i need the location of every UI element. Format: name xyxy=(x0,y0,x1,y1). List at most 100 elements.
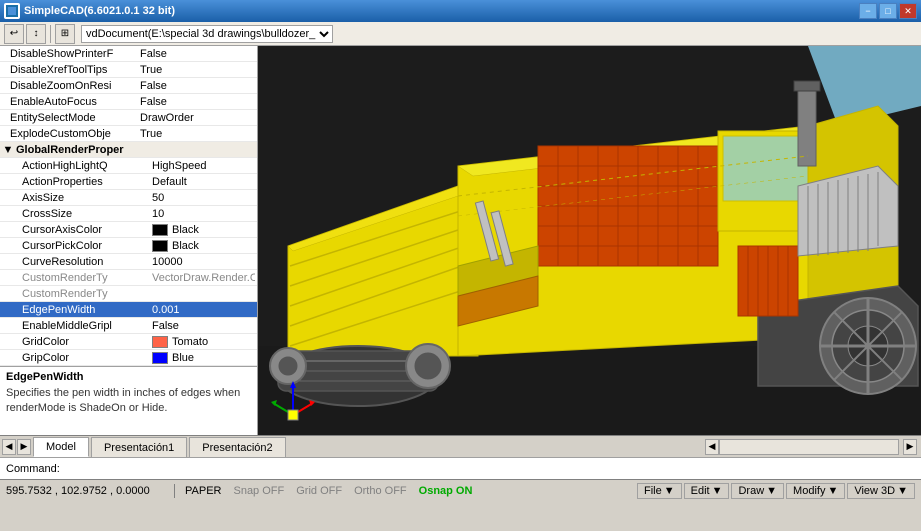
prop-row[interactable]: DisableShowPrinterFFalse xyxy=(0,46,257,62)
toolbar: ↩ ↕ ⊞ vdDocument(E:\special 3d drawings\… xyxy=(0,22,921,46)
prop-name: ExplodeCustomObje xyxy=(6,128,136,140)
color-swatch xyxy=(152,224,168,236)
menu-file[interactable]: File ▼ xyxy=(637,483,682,499)
hscroll-right[interactable]: ▶ xyxy=(903,439,917,455)
sep1 xyxy=(174,484,175,498)
toolbar-btn-1[interactable]: ↩ xyxy=(4,24,24,44)
canvas-area[interactable] xyxy=(258,46,921,435)
paper-status: PAPER xyxy=(183,485,223,497)
color-swatch xyxy=(152,352,168,364)
ortho-status[interactable]: Ortho OFF xyxy=(352,485,409,497)
coords-display: 595.7532 , 102.9752 , 0.0000 xyxy=(6,485,166,497)
prop-row[interactable]: ActionHighLightQHighSpeed xyxy=(0,158,257,174)
prop-value: Tomato xyxy=(148,336,255,348)
prop-row[interactable]: CursorAxisColorBlack xyxy=(0,222,257,238)
prop-name: AxisSize xyxy=(18,192,148,204)
close-button[interactable]: ✕ xyxy=(899,3,917,19)
tab-model[interactable]: Model xyxy=(33,437,89,457)
menu-view 3d[interactable]: View 3D ▼ xyxy=(847,483,915,499)
color-swatch xyxy=(152,240,168,252)
desc-text: Specifies the pen width in inches of edg… xyxy=(6,386,251,417)
desc-title: EdgePenWidth xyxy=(6,371,251,383)
toolbar-btn-2[interactable]: ↕ xyxy=(26,24,46,44)
prop-row[interactable]: DisableXrefToolTipsTrue xyxy=(0,62,257,78)
prop-name: ActionProperties xyxy=(18,176,148,188)
title-bar: SimpleCAD(6.6021.0.1 32 bit) − □ ✕ xyxy=(0,0,921,22)
prop-value: 50 xyxy=(148,192,255,204)
prop-name: GripColor xyxy=(18,352,148,364)
prop-row[interactable]: DisableZoomOnResiFalse xyxy=(0,78,257,94)
axis-widget xyxy=(268,375,318,425)
section-toggle[interactable]: ▼ xyxy=(2,144,14,156)
tab-presentación1[interactable]: Presentación1 xyxy=(91,437,187,457)
document-dropdown[interactable]: vdDocument(E:\special 3d drawings\bulldo… xyxy=(81,25,333,43)
prop-name: GlobalRenderProper xyxy=(14,144,144,156)
maximize-button[interactable]: □ xyxy=(879,3,897,19)
menu-arrow-icon: ▼ xyxy=(712,485,723,497)
toolbar-btn-3[interactable]: ⊞ xyxy=(55,24,75,44)
prop-name: EdgePenWidth xyxy=(18,304,148,316)
command-label: Command: xyxy=(6,463,60,475)
prop-row[interactable]: ExplodeCustomObjeTrue xyxy=(0,126,257,142)
menu-edit[interactable]: Edit ▼ xyxy=(684,483,730,499)
tab-scroll-right[interactable]: ▶ xyxy=(17,439,31,455)
prop-row[interactable]: CustomRenderTy xyxy=(0,286,257,302)
prop-row[interactable]: EnableAutoFocusFalse xyxy=(0,94,257,110)
prop-name: CursorPickColor xyxy=(18,240,148,252)
tab-scroll-left[interactable]: ◀ xyxy=(2,439,16,455)
prop-row[interactable]: EntitySelectModeDrawOrder xyxy=(0,110,257,126)
window-title: SimpleCAD(6.6021.0.1 32 bit) xyxy=(24,5,175,17)
prop-row[interactable]: GridColorTomato xyxy=(0,334,257,350)
prop-name: CustomRenderTy xyxy=(18,288,148,300)
menu-arrow-icon: ▼ xyxy=(897,485,908,497)
status-menus: File ▼Edit ▼Draw ▼Modify ▼View 3D ▼ xyxy=(637,483,915,499)
prop-value: False xyxy=(136,48,255,60)
prop-value: 0.001 xyxy=(148,304,255,316)
prop-row[interactable]: CustomRenderTyVectorDraw.Render.Op xyxy=(0,270,257,286)
prop-name: EntitySelectMode xyxy=(6,112,136,124)
grid-status[interactable]: Grid OFF xyxy=(294,485,344,497)
toolbar-separator xyxy=(50,25,51,43)
menu-draw[interactable]: Draw ▼ xyxy=(731,483,784,499)
prop-value: Blue xyxy=(148,352,255,364)
prop-value: Black xyxy=(148,224,255,236)
prop-name: EnableAutoFocus xyxy=(6,96,136,108)
prop-value: False xyxy=(148,320,255,332)
tab-scroll-controls: ◀ ▶ xyxy=(0,439,33,455)
prop-row[interactable]: AxisSize50 xyxy=(0,190,257,206)
prop-name: CurveResolution xyxy=(18,256,148,268)
prop-value: True xyxy=(136,64,255,76)
prop-value: VectorDraw.Render.Op xyxy=(148,272,255,284)
minimize-button[interactable]: − xyxy=(859,3,877,19)
prop-row[interactable]: GripColorBlue xyxy=(0,350,257,366)
prop-name: CursorAxisColor xyxy=(18,224,148,236)
menu-arrow-icon: ▼ xyxy=(766,485,777,497)
command-input[interactable] xyxy=(64,463,915,475)
hscroll-left[interactable]: ◀ xyxy=(705,439,719,455)
prop-value: Black xyxy=(148,240,255,252)
prop-value: 10000 xyxy=(148,256,255,268)
color-swatch xyxy=(152,336,168,348)
prop-name: CustomRenderTy xyxy=(18,272,148,284)
prop-row[interactable]: CrossSize10 xyxy=(0,206,257,222)
prop-row[interactable]: EdgePenWidth0.001 xyxy=(0,302,257,318)
property-list: DisableShowPrinterFFalseDisableXrefToolT… xyxy=(0,46,257,366)
osnap-status[interactable]: Osnap ON xyxy=(417,485,475,497)
prop-value: True xyxy=(136,128,255,140)
horizontal-scrollbar[interactable] xyxy=(719,439,899,455)
prop-name: DisableZoomOnResi xyxy=(6,80,136,92)
left-panel: DisableShowPrinterFFalseDisableXrefToolT… xyxy=(0,46,258,435)
prop-row[interactable]: ▼GlobalRenderProper xyxy=(0,142,257,158)
prop-row[interactable]: CursorPickColorBlack xyxy=(0,238,257,254)
prop-value: False xyxy=(136,80,255,92)
bottom-tabs-row: ◀ ▶ ModelPresentación1Presentación2 ◀ ▶ xyxy=(0,435,921,457)
prop-value: 10 xyxy=(148,208,255,220)
menu-modify[interactable]: Modify ▼ xyxy=(786,483,845,499)
prop-row[interactable]: CurveResolution10000 xyxy=(0,254,257,270)
snap-status[interactable]: Snap OFF xyxy=(231,485,286,497)
prop-row[interactable]: EnableMiddleGriplFalse xyxy=(0,318,257,334)
prop-row[interactable]: ActionPropertiesDefault xyxy=(0,174,257,190)
tab-presentación2[interactable]: Presentación2 xyxy=(189,437,285,457)
prop-value: HighSpeed xyxy=(148,160,255,172)
prop-name: CrossSize xyxy=(18,208,148,220)
